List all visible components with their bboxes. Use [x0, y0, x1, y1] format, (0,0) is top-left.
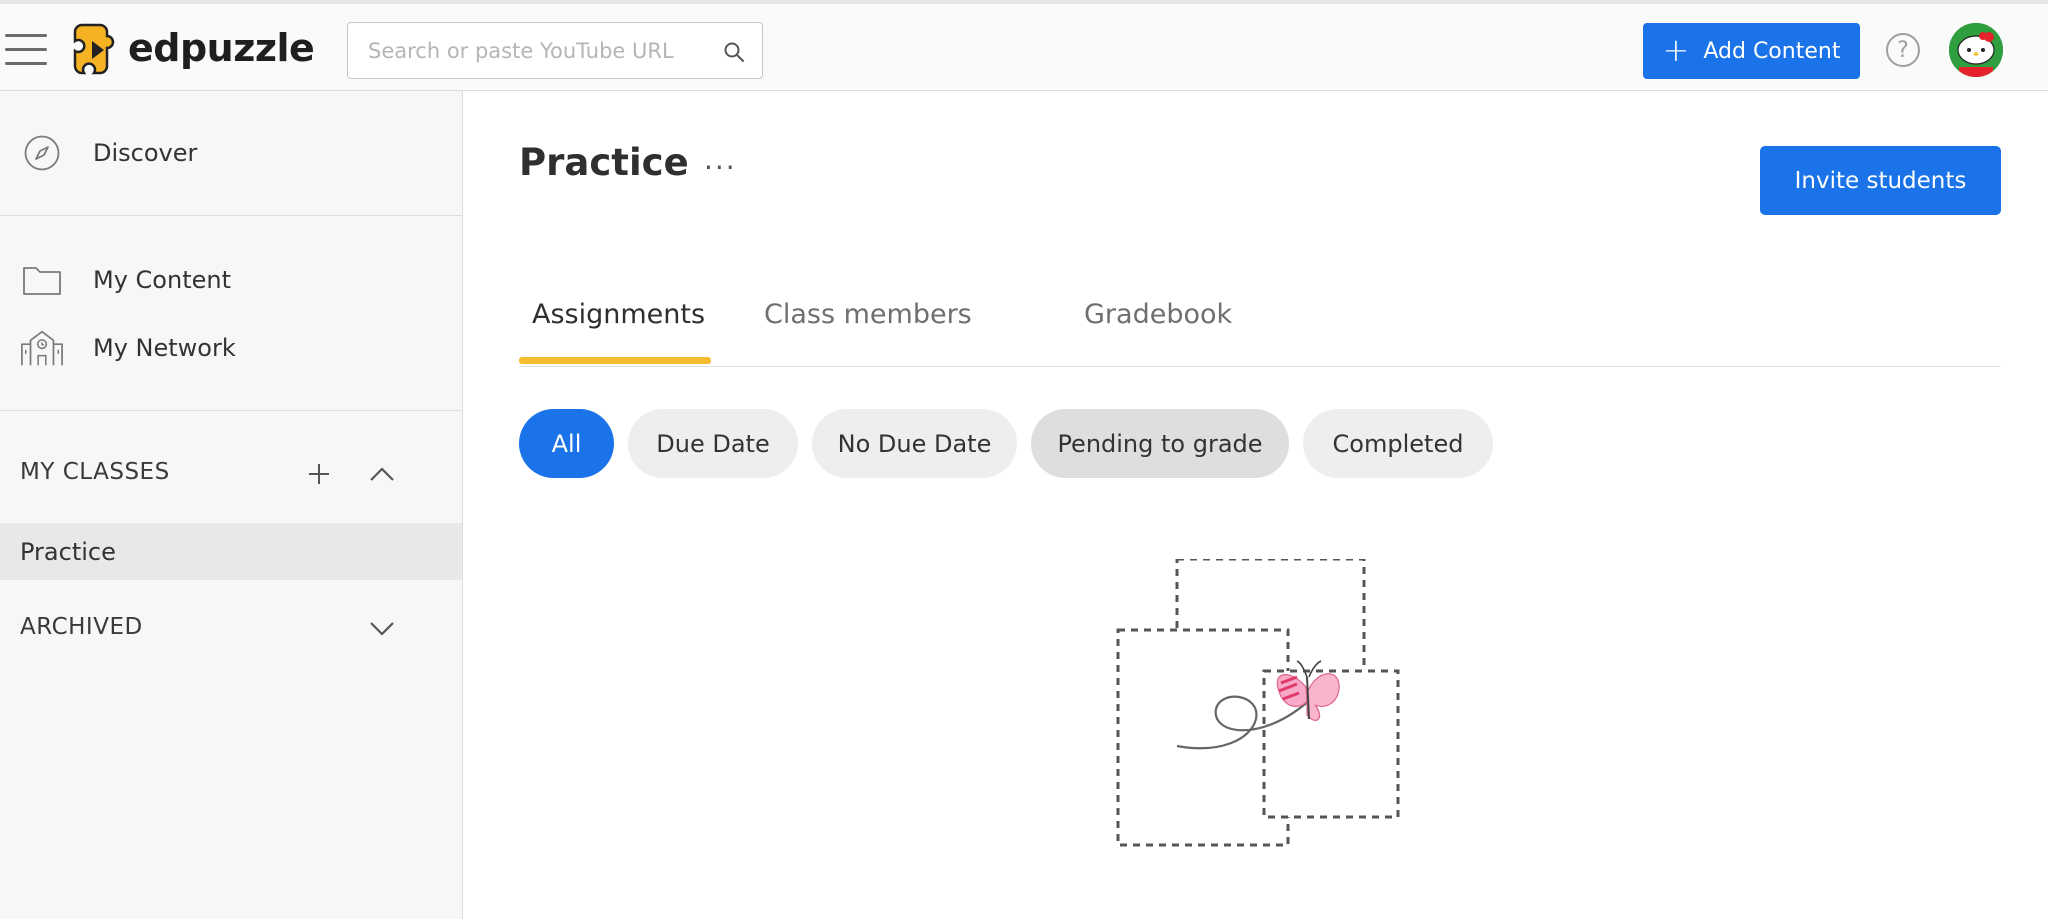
tab-assignments[interactable]: Assignments [532, 291, 705, 367]
empty-state-illustration [1116, 559, 1400, 847]
divider [0, 215, 462, 216]
edpuzzle-logo-icon[interactable] [72, 21, 122, 79]
sidebar-item-label: My Content [93, 266, 231, 294]
add-content-button[interactable]: + Add Content [1643, 23, 1860, 79]
search-box[interactable] [347, 22, 763, 79]
tab-gradebook[interactable]: Gradebook [1084, 291, 1232, 367]
divider [0, 410, 462, 411]
avatar[interactable] [1949, 23, 2003, 77]
plus-icon: + [1662, 30, 1690, 69]
search-icon[interactable] [722, 40, 746, 64]
chevron-up-icon[interactable] [367, 459, 397, 489]
class-item-practice[interactable]: Practice [0, 523, 462, 580]
class-item-label: Practice [20, 537, 116, 566]
archived-title: ARCHIVED [20, 614, 143, 640]
help-icon[interactable]: ? [1886, 33, 1920, 67]
filter-completed[interactable]: Completed [1303, 409, 1493, 478]
filter-all[interactable]: All [519, 409, 614, 478]
folder-icon [20, 258, 64, 302]
school-icon [20, 326, 64, 370]
filter-pending-to-grade[interactable]: Pending to grade [1031, 409, 1289, 478]
sidebar-item-label: Discover [93, 139, 198, 167]
sidebar-item-my-content[interactable]: My Content [0, 248, 462, 312]
filter-no-due-date[interactable]: No Due Date [812, 409, 1017, 478]
tab-class-members[interactable]: Class members [764, 291, 972, 367]
main-content: Practice ··· Invite students Assignments… [464, 91, 2048, 919]
add-class-plus-icon[interactable] [304, 459, 334, 489]
sidebar-item-discover[interactable]: Discover [0, 121, 462, 185]
my-classes-title: MY CLASSES [20, 459, 170, 485]
compass-icon [20, 131, 64, 175]
menu-icon[interactable] [5, 34, 47, 68]
page-title: Practice [519, 141, 689, 184]
top-bar: edpuzzle + Add Content ? [0, 0, 2048, 91]
sidebar-item-my-network[interactable]: My Network [0, 316, 462, 380]
active-tab-indicator [519, 357, 711, 364]
tab-bar: Assignments Class members Gradebook [519, 291, 2001, 367]
avatar-image [1949, 23, 2003, 77]
app-logo-text[interactable]: edpuzzle [128, 26, 315, 70]
sidebar: Discover My Content My Network MY CLASSE… [0, 91, 463, 919]
search-input[interactable] [368, 35, 698, 67]
invite-students-button[interactable]: Invite students [1760, 146, 2001, 215]
sidebar-item-label: My Network [93, 334, 236, 362]
filter-due-date[interactable]: Due Date [628, 409, 798, 478]
more-icon[interactable]: ··· [704, 154, 737, 182]
add-content-label: Add Content [1703, 38, 1841, 64]
chevron-down-icon[interactable] [367, 613, 397, 643]
